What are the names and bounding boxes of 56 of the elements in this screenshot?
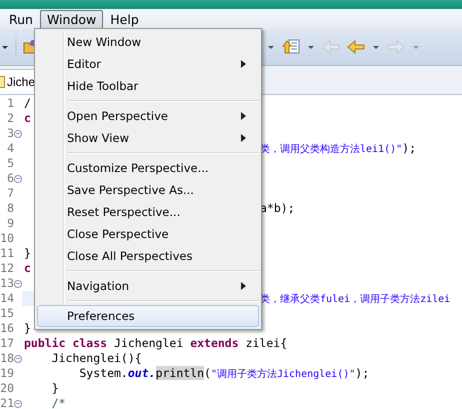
menu-item[interactable]: Open Perspective [37,105,259,127]
menu-item[interactable]: Navigation [37,275,259,297]
line-number: 5 [6,156,14,171]
menu-item[interactable]: Preferences [37,305,259,327]
code-line: } [24,321,31,336]
collapse-icon[interactable] [14,354,22,362]
collapse-icon[interactable] [14,280,22,288]
line-number: 10 [0,231,14,246]
menu-item[interactable]: Close All Perspectives [37,245,259,267]
line-number: 17 [0,336,14,351]
line-number: 12 [0,261,14,276]
line-number: 11 [0,246,14,261]
menu-item[interactable]: Save Perspective As... [37,179,259,201]
code-line: / [24,96,31,111]
caret-icon[interactable] [267,43,275,51]
line-number: 8 [6,201,14,216]
menu-item[interactable]: Reset Perspective... [37,201,259,223]
back-arrow-icon[interactable] [347,40,365,54]
file-icon [0,76,5,88]
code-line: } [24,246,31,261]
caret-icon[interactable] [307,43,315,51]
menu-bar-item[interactable]: Help [103,10,146,28]
line-number: 1 [6,96,14,111]
menu-item[interactable]: Customize Perspective... [37,157,259,179]
code-line: /* [50,396,66,409]
line-number: 15 [0,306,14,321]
code-line: Jichenglei(){ [50,351,142,366]
menu-bar-item[interactable]: Run [2,10,40,28]
code-line: c [24,261,31,276]
line-number: 9 [6,216,14,231]
line-number: 6 [6,171,14,186]
document-up-arrow-icon[interactable] [282,38,300,56]
code-line: c [24,111,31,126]
line-number: 4 [6,141,14,156]
caret-icon[interactable] [372,43,380,51]
menu-bar-item[interactable]: Window [40,10,104,28]
line-number: 14 [0,291,14,306]
menu-item[interactable]: New Window [37,31,259,53]
menu-item[interactable]: Show View [37,127,259,149]
caret-icon[interactable] [1,43,9,51]
code-line: public class Jichenglei extends zilei{ [24,336,288,351]
line-number: 16 [0,321,14,336]
line-number: 20 [0,381,14,396]
line-number: 2 [6,111,14,126]
line-number: 18 [0,351,14,366]
line-number: 21 [0,396,14,409]
menu-item[interactable]: Close Perspective [37,223,259,245]
code-line: } [50,381,59,396]
code-line: System.out.println("调用子类方法Jichenglei()"); [78,366,370,382]
line-number: 19 [0,366,14,381]
collapse-icon[interactable] [14,130,22,138]
line-number: 13 [0,276,14,291]
line-number: 7 [6,186,14,201]
collapse-icon[interactable] [14,174,22,182]
line-number: 3 [6,126,14,141]
collapse-icon[interactable] [14,400,22,408]
